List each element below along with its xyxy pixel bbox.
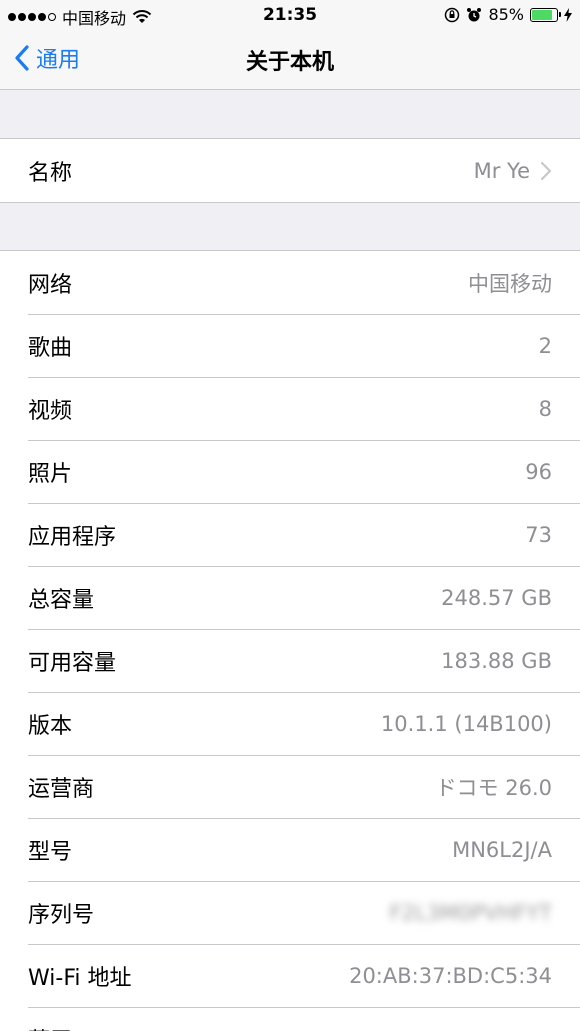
info-row: 网络 中国移动 — [0, 251, 580, 314]
row-label: 歌曲 — [28, 335, 73, 361]
status-right: 85% — [444, 5, 572, 24]
row-label: 运营商 — [28, 776, 95, 802]
navigation-bar: 通用 关于本机 — [0, 32, 580, 90]
info-row: 版本 10.1.1 (14B100) — [0, 692, 580, 755]
info-row: 照片 96 — [0, 440, 580, 503]
alarm-icon — [467, 7, 482, 21]
row-value: MN6L2J/A — [452, 837, 552, 862]
row-label: 可用容量 — [28, 650, 117, 676]
info-row: 歌曲 2 — [0, 314, 580, 377]
battery-fill — [532, 9, 553, 20]
name-group: 名称 Mr Ye — [0, 138, 580, 203]
row-label: 照片 — [28, 461, 73, 487]
row-label: 应用程序 — [28, 524, 117, 550]
info-row: 可用容量 183.88 GB — [0, 629, 580, 692]
info-row: 运营商 ドコモ 26.0 — [0, 755, 580, 818]
row-label: 序列号 — [28, 902, 95, 928]
row-value: 20:AB:37:BD:C5:34 — [349, 963, 552, 988]
charging-bolt-icon — [564, 7, 572, 22]
row-value: ドコモ 26.0 — [435, 775, 552, 800]
row-value: 8 — [538, 396, 552, 421]
info-row: 视频 8 — [0, 377, 580, 440]
page-title: 关于本机 — [245, 50, 334, 75]
row-label: Wi-Fi 地址 — [28, 965, 132, 991]
info-group: 网络 中国移动歌曲 2 视频 8 照片 96 应用程序 73 总容量 248.57 GB 可用容量 18… — [0, 250, 580, 1031]
status-bar: 中国移动 21:35 85% — [0, 0, 580, 32]
info-row: 总容量 248.57 GB — [0, 566, 580, 629]
row-value: Mr Ye — [473, 158, 530, 183]
row-value: 2 — [538, 333, 552, 358]
row-value: 96 — [525, 459, 552, 484]
row-value: F2L3M0PVHFYT — [389, 900, 552, 925]
row-value: 183.88 GB — [441, 648, 552, 673]
info-row: 应用程序 73 — [0, 503, 580, 566]
orientation-lock-icon — [445, 7, 460, 22]
row-value: 248.57 GB — [441, 585, 552, 610]
row-label: 名称 — [28, 160, 73, 186]
row-value: 中国移动 — [468, 271, 552, 296]
chevron-right-icon — [540, 161, 552, 180]
battery-percent: 85% — [488, 5, 524, 24]
row-value: 10.1.1 (14B100) — [380, 711, 552, 736]
info-row: 序列号 F2L3M0PVHFYT — [0, 881, 580, 944]
battery-icon — [530, 7, 561, 22]
row-label: 版本 — [28, 713, 73, 739]
info-row: Wi-Fi 地址 20:AB:37:BD:C5:34 — [0, 944, 580, 1007]
row-label: 网络 — [28, 272, 73, 298]
row-label: 蓝牙 — [28, 1023, 552, 1031]
info-row: 型号 MN6L2J/A — [0, 818, 580, 881]
row-label: 型号 — [28, 839, 73, 865]
row-value: 73 — [525, 522, 552, 547]
name-row[interactable]: 名称 Mr Ye — [0, 139, 580, 202]
screen: 中国移动 21:35 85% 通用 关于本机 名称 Mr Ye 网络 中国移动 … — [0, 0, 580, 1031]
info-row: 蓝牙 — [0, 1007, 580, 1031]
row-label: 视频 — [28, 398, 73, 424]
row-label: 总容量 — [28, 587, 95, 613]
